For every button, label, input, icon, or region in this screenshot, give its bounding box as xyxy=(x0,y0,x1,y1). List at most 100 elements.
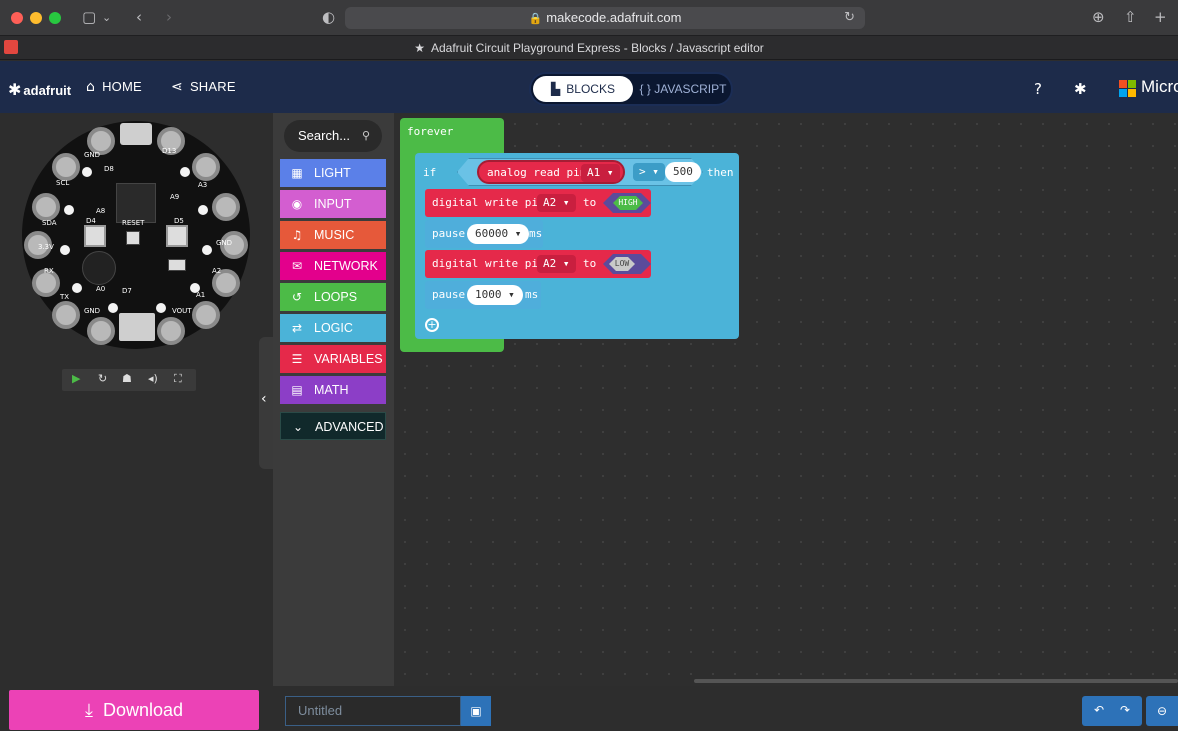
undo-icon[interactable]: ↶ xyxy=(1094,703,1104,717)
pause-label: pause xyxy=(432,288,466,301)
button-b[interactable] xyxy=(166,225,188,247)
play-icon[interactable]: ▶ xyxy=(72,372,80,385)
pause-label: pause xyxy=(432,227,466,240)
fullscreen-icon[interactable]: ⛶ xyxy=(174,372,182,386)
restart-icon[interactable]: ↻ xyxy=(98,372,107,385)
back-icon[interactable]: ‹ xyxy=(136,8,142,26)
low-value[interactable]: LOW xyxy=(609,257,635,271)
category-variables[interactable]: ☰ VARIABLES xyxy=(280,345,386,373)
pad xyxy=(192,301,220,329)
reset-button[interactable] xyxy=(126,231,140,245)
calculator-icon: ▤ xyxy=(291,383,303,397)
home-label: HOME xyxy=(102,79,142,94)
chevron-down-icon[interactable]: ⌄ xyxy=(102,11,111,24)
circuit-playground-board[interactable]: GND SCL SDA 3.3V RX TX GND A0 VOUT A1 A2… xyxy=(22,121,250,349)
javascript-tab[interactable]: { } JAVASCRIPT xyxy=(635,76,731,102)
sidebar-icon[interactable]: ▢ xyxy=(82,8,96,26)
pause-block[interactable]: pause 60000 ▾ ms xyxy=(425,220,543,248)
pin-dropdown[interactable]: A2 ▾ xyxy=(537,194,576,212)
pin-label: A1 xyxy=(196,291,206,299)
share-button[interactable]: ⋖ SHARE xyxy=(171,79,236,95)
toolbox-search[interactable]: Search... ⚲ xyxy=(284,120,382,152)
forward-icon[interactable]: › xyxy=(166,8,172,26)
editor-bottom-bar: Untitled ▣ ↶ ↷ ⊖ xyxy=(273,686,1178,730)
neopixel-led xyxy=(198,205,208,215)
tab-bar: ★ Adafruit Circuit Playground Express - B… xyxy=(0,36,1178,60)
pause-value-input[interactable]: 60000 ▾ xyxy=(467,224,530,244)
category-logic[interactable]: ⇄ LOGIC xyxy=(280,314,386,342)
home-button[interactable]: ⌂ HOME xyxy=(86,79,142,95)
pin-label: D4 xyxy=(86,217,96,225)
collapse-simulator-button[interactable]: ‹ xyxy=(259,337,273,469)
pause-value-input[interactable]: 1000 ▾ xyxy=(467,285,523,305)
category-label: LOGIC xyxy=(314,321,353,335)
category-network[interactable]: ✉ NETWORK xyxy=(280,252,386,280)
digital-write-label: digital write pin xyxy=(432,257,545,270)
minimize-window-button[interactable] xyxy=(30,12,42,24)
category-loops[interactable]: ↺ LOOPS xyxy=(280,283,386,311)
project-name-placeholder: Untitled xyxy=(298,703,343,718)
download-button[interactable]: ⤓ Download xyxy=(9,690,259,730)
zoom-out-button[interactable]: ⊖ xyxy=(1146,696,1178,726)
blocks-workspace[interactable]: forever if analog read pin A1 ▾ > ▾ 500 … xyxy=(394,113,1178,686)
if-label: if xyxy=(423,166,437,179)
redo-icon[interactable]: ↷ xyxy=(1120,703,1130,717)
reload-icon[interactable]: ↻ xyxy=(844,7,855,29)
logo-text: adafruit xyxy=(23,83,72,98)
pin-label: SDA xyxy=(42,219,57,227)
mute-icon[interactable]: ◂) xyxy=(148,372,158,385)
analog-pin-dropdown[interactable]: A1 ▾ xyxy=(581,164,620,182)
download-icon: ⤓ xyxy=(84,700,93,721)
new-tab-icon[interactable]: + xyxy=(1154,8,1167,26)
compare-value-input[interactable]: 500 xyxy=(665,162,701,182)
category-music[interactable]: ♫ MUSIC xyxy=(280,221,386,249)
home-icon: ⌂ xyxy=(86,79,96,95)
simulator-toolbar: ▶ ↻ ☗ ◂) ⛶ xyxy=(62,369,196,391)
neopixel-led xyxy=(82,167,92,177)
address-bar[interactable]: 🔒 makecode.adafruit.com ↻ xyxy=(345,7,865,29)
pin-label: A8 xyxy=(96,207,106,215)
category-input[interactable]: ◉ INPUT xyxy=(280,190,386,218)
pin-label: GND xyxy=(84,307,101,315)
analog-read-block[interactable]: analog read pin A1 ▾ xyxy=(477,160,625,184)
horizontal-scrollbar[interactable] xyxy=(694,679,1178,683)
boolean-socket: HIGH xyxy=(603,193,651,213)
forever-block[interactable]: forever if analog read pin A1 ▾ > ▾ 500 … xyxy=(400,118,739,352)
save-icon: ▣ xyxy=(470,704,482,718)
tab-active[interactable]: ★ Adafruit Circuit Playground Express - B… xyxy=(0,41,1178,55)
category-advanced[interactable]: ⌄ ADVANCED xyxy=(280,412,386,440)
if-block[interactable]: if analog read pin A1 ▾ > ▾ 500 then dig… xyxy=(415,153,739,339)
digital-write-block[interactable]: digital write pin A2 ▾ to HIGH xyxy=(425,189,651,217)
project-name-input[interactable]: Untitled xyxy=(285,696,461,726)
gear-icon[interactable]: ✱ xyxy=(1074,80,1087,98)
blocks-tab[interactable]: ▙ BLOCKS xyxy=(533,76,633,102)
operator-dropdown[interactable]: > ▾ xyxy=(633,163,665,181)
high-value[interactable]: HIGH xyxy=(613,196,643,210)
ms-label: ms xyxy=(529,227,543,240)
adafruit-logo[interactable]: ✱ adafruit xyxy=(8,80,71,99)
category-label: LIGHT xyxy=(314,166,351,180)
pad xyxy=(212,193,240,221)
digital-write-block[interactable]: digital write pin A2 ▾ to LOW xyxy=(425,250,651,278)
battery-connector xyxy=(119,313,155,341)
help-icon[interactable]: ? xyxy=(1034,80,1042,98)
category-light[interactable]: ▦ LIGHT xyxy=(280,159,386,187)
category-math[interactable]: ▤ MATH xyxy=(280,376,386,404)
puzzle-icon: ▙ xyxy=(551,82,561,96)
speaker xyxy=(82,251,116,285)
pin-label: A2 xyxy=(212,267,222,275)
slide-switch[interactable] xyxy=(168,259,186,271)
add-else-icon[interactable]: + xyxy=(425,318,439,332)
zoom-window-button[interactable] xyxy=(49,12,61,24)
pin-dropdown[interactable]: A2 ▾ xyxy=(537,255,576,273)
share-icon[interactable]: ⇧ xyxy=(1124,8,1137,26)
pause-block[interactable]: pause 1000 ▾ ms xyxy=(425,281,541,309)
category-label: NETWORK xyxy=(314,259,378,273)
download-icon[interactable]: ⊕ xyxy=(1092,8,1105,26)
save-button[interactable]: ▣ xyxy=(461,696,491,726)
close-window-button[interactable] xyxy=(11,12,23,24)
shield-icon[interactable]: ◐ xyxy=(322,8,335,26)
button-a[interactable] xyxy=(84,225,106,247)
slowmo-icon[interactable]: ☗ xyxy=(122,372,132,385)
digital-write-label: digital write pin xyxy=(432,196,545,209)
